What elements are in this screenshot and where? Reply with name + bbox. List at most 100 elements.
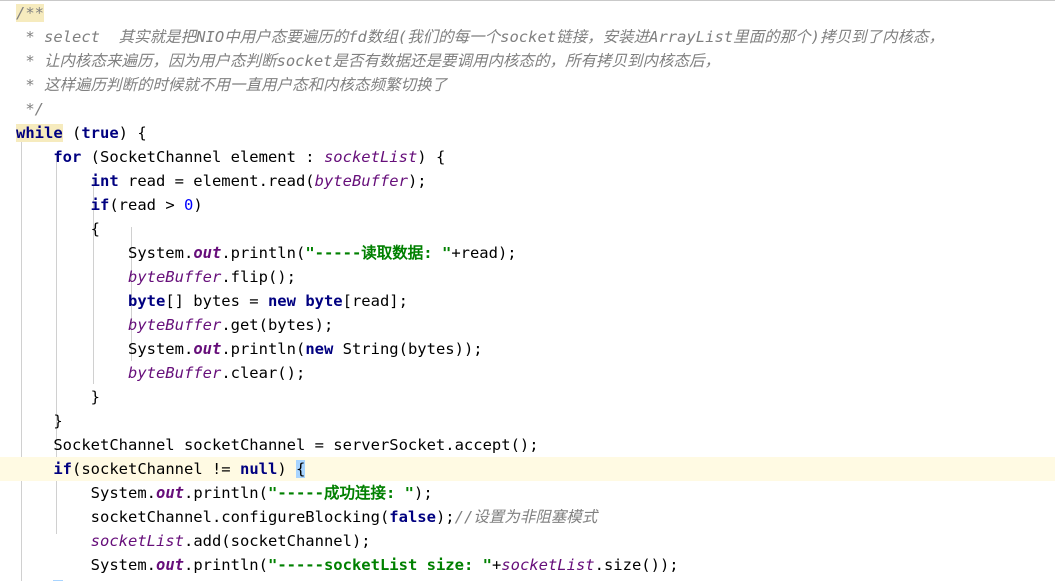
code-token: out [193,340,222,358]
code-line[interactable]: if(socketChannel != null) { [0,457,1055,481]
code-line[interactable]: */ [0,97,1055,121]
code-token: .println( [183,556,268,574]
code-token: ) [193,196,203,214]
code-line[interactable]: byte[] bytes = new byte[read]; [0,289,1055,313]
code-token: 0 [183,196,194,214]
code-token: */ [16,100,44,118]
code-token: new [305,340,334,358]
code-token: .println( [183,484,268,502]
code-line[interactable]: System.out.println("-----socketList size… [0,553,1055,577]
code-token: byteBuffer [314,172,408,190]
code-line[interactable]: System.out.println("-----成功连接: "); [0,481,1055,505]
code-token: out [155,484,184,502]
code-token: System. [16,556,156,574]
code-token: .add(socketChannel); [183,532,371,550]
code-token: ) { [118,124,147,142]
code-token: SocketChannel socketChannel = serverSock… [16,436,539,454]
code-line[interactable]: } [0,385,1055,409]
code-token: (read > [109,196,184,214]
code-token: * 这样遍历判断的时候就不用一直用户态和内核态频繁切换了 [16,76,447,94]
code-line[interactable]: while (true) { [0,121,1055,145]
code-editor[interactable]: /** * select 其实就是把NIO中用户态要遍历的fd数组(我们的每一个… [0,0,1055,581]
code-line[interactable]: System.out.println(new String(bytes)); [0,337,1055,361]
code-token: .println( [221,244,306,262]
code-token: byteBuffer [127,268,222,286]
code-line[interactable]: SocketChannel socketChannel = serverSock… [0,433,1055,457]
code-line[interactable]: * select 其实就是把NIO中用户态要遍历的fd数组(我们的每一个sock… [0,25,1055,49]
code-token: true [81,124,119,142]
code-token: int [90,172,119,190]
code-line[interactable]: if(read > 0) [0,193,1055,217]
code-token: "-----成功连接: " [267,484,414,502]
code-token: ); [413,484,433,502]
code-token: "-----socketList size: " [267,556,492,574]
code-token: byteBuffer [127,364,222,382]
code-token: ); [407,172,427,190]
code-token: out [193,244,222,262]
code-line[interactable]: } [0,409,1055,433]
code-token: System. [16,340,194,358]
code-token: socketList [323,148,418,166]
code-token: [read]; [342,292,408,310]
code-token: "-----读取数据: " [305,244,452,262]
code-token: } [16,412,63,430]
code-line[interactable]: for (SocketChannel element : socketList)… [0,145,1055,169]
code-content[interactable]: /** * select 其实就是把NIO中用户态要遍历的fd数组(我们的每一个… [0,1,1055,581]
code-token: byteBuffer [127,316,222,334]
code-token: byte [305,292,343,310]
code-token: ( [62,124,82,142]
code-token: ) { [417,148,446,166]
code-line[interactable]: byteBuffer.get(bytes); [0,313,1055,337]
code-token: String(bytes)); [333,340,483,358]
code-line[interactable]: socketChannel.configureBlocking(false);/… [0,505,1055,529]
code-token: System. [16,484,156,502]
code-token: if [53,460,72,478]
code-line[interactable]: * 让内核态来遍历，因为用户态判断socket是否有数据还是要调用内核态的，所有… [0,49,1055,73]
code-token: socketList [501,556,595,574]
code-token: .clear(); [221,364,306,382]
code-line[interactable]: /** [0,1,1055,25]
code-line[interactable]: } [0,577,1055,581]
code-token: new [267,292,296,310]
code-line[interactable]: * 这样遍历判断的时候就不用一直用户态和内核态频繁切换了 [0,73,1055,97]
code-line[interactable]: { [0,217,1055,241]
code-line[interactable]: socketList.add(socketChannel); [0,529,1055,553]
code-token: [] bytes = [165,292,268,310]
code-token: socketChannel.configureBlocking( [16,508,390,526]
code-line[interactable]: int read = element.read(byteBuffer); [0,169,1055,193]
code-token: out [155,556,184,574]
code-token: socketList [90,532,184,550]
code-token: (SocketChannel element : [81,148,324,166]
code-token: * 让内核态来遍历，因为用户态判断socket是否有数据还是要调用内核态的，所有… [16,52,720,70]
code-token: .get(bytes); [221,316,334,334]
code-token: +read); [451,244,517,262]
code-token: { [16,220,100,238]
code-token: for [53,148,82,166]
code-token: false [389,508,436,526]
code-token: read = element.read( [118,172,315,190]
code-token: .flip(); [221,268,296,286]
code-token: if [90,196,110,214]
code-token: .println( [221,340,306,358]
code-token: (socketChannel != [72,460,240,478]
code-token: while [16,124,63,142]
code-token: { [295,460,306,478]
code-line[interactable]: byteBuffer.flip(); [0,265,1055,289]
code-line[interactable]: byteBuffer.clear(); [0,361,1055,385]
code-token: byte [127,292,166,310]
code-token: null [239,460,278,478]
code-line[interactable]: System.out.println("-----读取数据: "+read); [0,241,1055,265]
code-token: } [16,388,100,406]
code-token: * select 其实就是把NIO中用户态要遍历的fd数组(我们的每一个sock… [16,28,944,46]
code-token: /** [16,4,44,22]
code-token: System. [16,244,194,262]
